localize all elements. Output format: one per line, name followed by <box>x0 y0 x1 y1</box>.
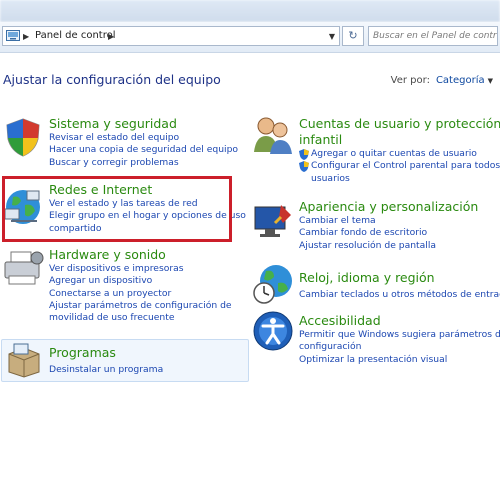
cuentas-usuario-title-cont[interactable]: infantil <box>299 132 500 148</box>
programas-title[interactable]: Programas <box>49 345 163 361</box>
link-permitir-windows[interactable]: Permitir que Windows sugiera parámetros … <box>299 329 500 341</box>
search-input[interactable] <box>368 26 498 46</box>
view-by-dropdown[interactable]: Categoría <box>436 75 485 86</box>
link-permitir-windows-cont[interactable]: configuración <box>299 341 500 353</box>
address-bar[interactable]: ▶ Panel de control ▶ ▼ <box>2 26 340 46</box>
hardware-sonido-title[interactable]: Hardware y sonido <box>49 247 232 263</box>
category-cuentas-usuario: Cuentas de usuario y protección infantil… <box>299 116 500 185</box>
chevron-right-icon[interactable]: ▶ <box>108 32 114 41</box>
chevron-down-icon[interactable]: ▼ <box>329 32 335 41</box>
uac-shield-icon <box>299 161 309 173</box>
apariencia-title[interactable]: Apariencia y personalización <box>299 199 478 215</box>
category-sistema-seguridad: Sistema y seguridad Revisar el estado de… <box>49 116 238 169</box>
link-agregar-cuentas-text: Agregar o quitar cuentas de usuario <box>311 148 477 159</box>
link-agregar-cuentas[interactable]: Agregar o quitar cuentas de usuario <box>299 148 500 160</box>
programs-box-icon <box>8 343 40 378</box>
chevron-down-icon[interactable]: ▼ <box>488 77 493 85</box>
appearance-monitor-icon <box>254 205 291 237</box>
link-ver-dispositivos[interactable]: Ver dispositivos e impresoras <box>49 263 232 275</box>
view-by-control: Ver por: Categoría ▼ <box>391 75 493 86</box>
refresh-icon: ↻ <box>348 29 358 42</box>
link-cambiar-tema[interactable]: Cambiar el tema <box>299 215 478 227</box>
refresh-button[interactable]: ↻ <box>342 26 364 46</box>
category-programas: Programas Desinstalar un programa <box>49 345 163 376</box>
view-by-label: Ver por: <box>390 75 430 86</box>
red-highlight-box <box>2 176 232 242</box>
link-optimizar-presentacion[interactable]: Optimizar la presentación visual <box>299 354 500 366</box>
link-copia-seguridad[interactable]: Hacer una copia de seguridad del equipo <box>49 144 238 156</box>
printer-icon <box>4 251 44 285</box>
page-title: Ajustar la configuración del equipo <box>3 72 221 87</box>
link-proyector[interactable]: Conectarse a un proyector <box>49 288 232 300</box>
category-accesibilidad: Accesibilidad Permitir que Windows sugie… <box>299 313 500 366</box>
category-apariencia: Apariencia y personalización Cambiar el … <box>299 199 478 252</box>
cuentas-usuario-title[interactable]: Cuentas de usuario y protección <box>299 116 500 132</box>
control-panel-icon <box>6 30 20 41</box>
link-movilidad[interactable]: Ajustar parámetros de configuración de <box>49 300 232 312</box>
navigation-toolbar: ▶ Panel de control ▶ ▼ ↻ <box>0 22 500 53</box>
link-agregar-dispositivo[interactable]: Agregar un dispositivo <box>49 275 232 287</box>
accesibilidad-title[interactable]: Accesibilidad <box>299 313 500 329</box>
link-control-parental-cont[interactable]: usuarios <box>299 173 500 185</box>
sistema-seguridad-title[interactable]: Sistema y seguridad <box>49 116 238 132</box>
user-accounts-icon <box>254 117 292 154</box>
uac-shield-icon <box>299 149 309 160</box>
link-desinstalar[interactable]: Desinstalar un programa <box>49 364 163 376</box>
link-movilidad-cont[interactable]: movilidad de uso frecuente <box>49 312 232 324</box>
reloj-idioma-title[interactable]: Reloj, idioma y región <box>299 270 500 286</box>
clock-globe-icon <box>253 265 292 304</box>
link-cambiar-teclados[interactable]: Cambiar teclados u otros métodos de entr… <box>299 289 500 301</box>
category-hardware-sonido: Hardware y sonido Ver dispositivos e imp… <box>49 247 232 324</box>
system-security-shield-icon <box>6 118 40 157</box>
link-resolucion[interactable]: Ajustar resolución de pantalla <box>299 240 478 252</box>
category-reloj-idioma: Reloj, idioma y región Cambiar teclados … <box>299 270 500 301</box>
breadcrumb-panel-de-control[interactable]: Panel de control <box>35 30 116 41</box>
link-buscar-corregir[interactable]: Buscar y corregir problemas <box>49 157 238 169</box>
accessibility-icon <box>253 311 293 351</box>
link-revisar-estado[interactable]: Revisar el estado del equipo <box>49 132 238 144</box>
link-fondo-escritorio[interactable]: Cambiar fondo de escritorio <box>299 227 478 239</box>
link-control-parental-text: Configurar el Control parental para todo… <box>311 160 500 172</box>
link-control-parental[interactable]: Configurar el Control parental para todo… <box>299 160 500 173</box>
chevron-right-icon: ▶ <box>23 32 30 41</box>
blurred-title-bar <box>0 0 500 22</box>
